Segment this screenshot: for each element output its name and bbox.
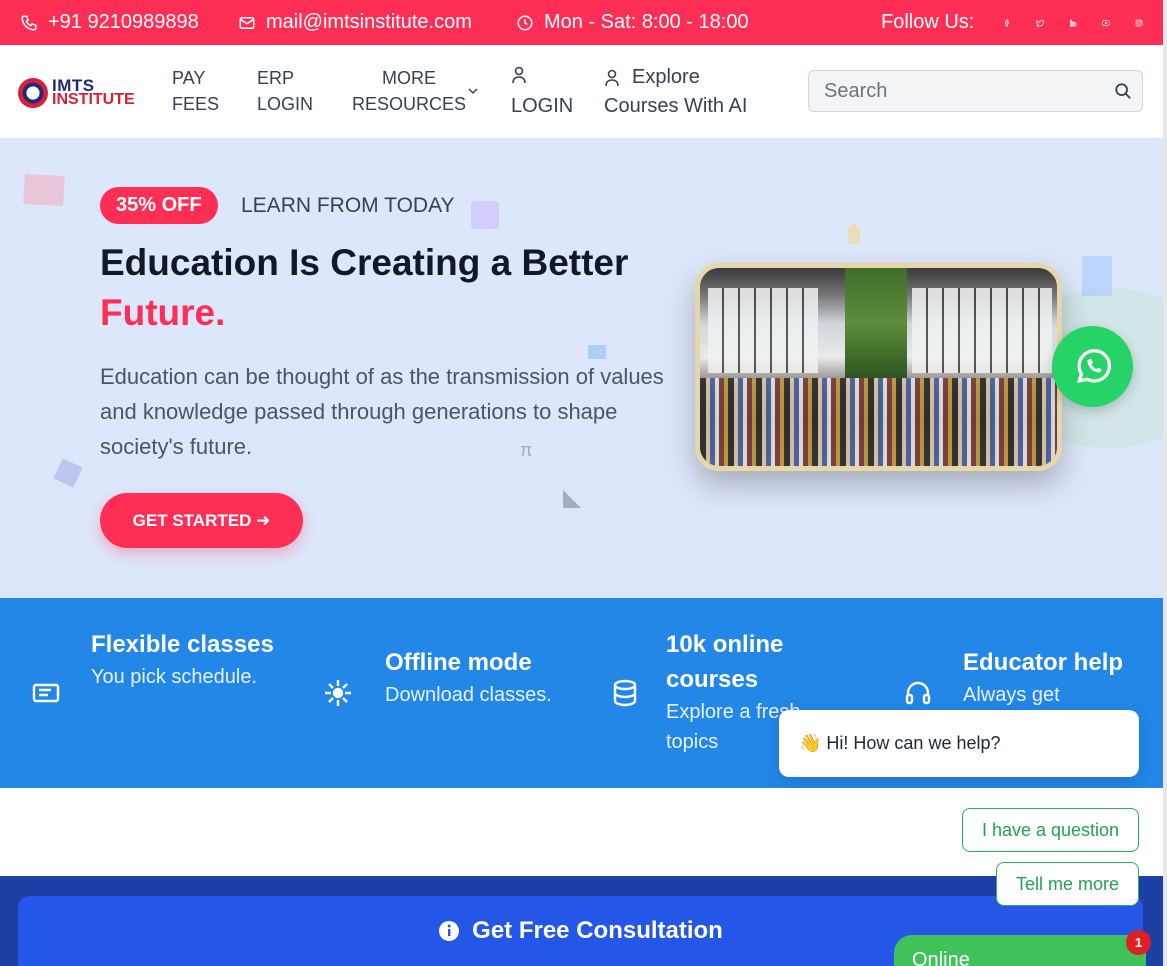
opening-hours: Mon - Sat: 8:00 - 18:00 [516, 0, 749, 45]
nav-pay-fees[interactable]: PAY FEES [172, 65, 219, 117]
nav-login-label: LOGIN [511, 95, 574, 117]
logo-text-bottom: INSTITUTE [52, 91, 135, 108]
follow-us: Follow Us: [881, 0, 1153, 45]
database-icon [613, 679, 637, 707]
notification-badge: 1 [1126, 930, 1151, 955]
nav-erp-line2: LOGIN [257, 94, 314, 114]
decorative-shape [53, 458, 83, 488]
photo-green-wall [845, 268, 907, 378]
feature-desc: You pick schedule. [91, 666, 258, 688]
chat-greeting-bubble: 👋 Hi! How can we help? [779, 710, 1139, 777]
decorative-shape [1082, 256, 1112, 296]
youtube-icon[interactable] [1102, 14, 1120, 32]
feature-title: Flexible classes [91, 631, 274, 658]
nav-erp-login[interactable]: ERP LOGIN [257, 65, 313, 117]
monitor-icon [588, 345, 606, 359]
search-icon[interactable] [1114, 82, 1132, 100]
phone-icon [21, 15, 37, 31]
instagram-icon[interactable] [1135, 14, 1153, 32]
search-box [808, 70, 1143, 112]
whatsapp-button[interactable] [1052, 326, 1133, 407]
chevron-down-icon[interactable] [467, 85, 479, 97]
feature-title: Educator help [963, 649, 1124, 676]
chat-option-tell-more[interactable]: Tell me more [996, 862, 1139, 906]
nav-pay-fees-line1: PAY [172, 68, 206, 88]
chat-online-tab[interactable]: Online [894, 935, 1146, 966]
feature-item: Educator help Always get [963, 645, 1163, 710]
user-icon [605, 69, 619, 86]
feature-item: Offline mode Download classes. [385, 645, 585, 710]
facebook-icon[interactable] [1003, 14, 1021, 32]
atom-icon [471, 201, 499, 229]
feature-title: 10k online courses [666, 631, 784, 693]
headset-icon [905, 681, 931, 705]
sparkle-icon [325, 680, 351, 706]
scrollbar[interactable] [1163, 0, 1167, 966]
feature-title: Offline mode [385, 649, 532, 676]
discount-badge: 35% OFF [100, 187, 218, 224]
feature-desc: Always get [963, 684, 1060, 706]
email-link[interactable]: mail@imtsinstitute.com [238, 0, 472, 45]
hero-title: Education Is Creating a Better [100, 242, 629, 283]
nav-erp-line1: ERP [257, 68, 295, 88]
nav-more-resources[interactable]: MORE RESOURCES [352, 65, 466, 117]
hero-description: Education can be thought of as the trans… [100, 364, 664, 459]
info-icon [439, 921, 460, 941]
hero-tagline: LEARN FROM TODAY [241, 194, 455, 217]
site-logo[interactable]: IMTS INSTITUTE [18, 77, 144, 109]
nav-explore-ai[interactable]: Explore Courses With AI [604, 63, 747, 121]
consultation-label: Get Free Consultation [472, 917, 723, 944]
nav-more-line2: RESOURCES [352, 94, 467, 114]
whatsapp-icon [1076, 348, 1111, 383]
follow-label: Follow Us: [881, 11, 975, 33]
group-photo [695, 263, 1062, 471]
photo-window [708, 288, 818, 373]
ruler-icon [563, 490, 581, 508]
photo-crowd [700, 378, 1057, 466]
feature-desc: Download classes. [385, 684, 552, 706]
top-contact-bar: +91 9210989898 mail@imtsinstitute.com Mo… [0, 0, 1163, 45]
nav-more-line1: MORE [382, 68, 437, 88]
photo-window [912, 288, 1052, 373]
logo-seal-icon [18, 78, 48, 108]
email-address: mail@imtsinstitute.com [266, 11, 472, 33]
twitter-icon[interactable] [1036, 14, 1054, 32]
tablet-icon [32, 683, 60, 703]
nav-explore-line1: Explore [632, 66, 700, 88]
hours-text: Mon - Sat: 8:00 - 18:00 [544, 11, 749, 33]
main-header: IMTS INSTITUTE PAY FEES ERP LOGIN MORE R… [0, 45, 1163, 138]
search-input[interactable] [809, 71, 1089, 111]
chat-option-question[interactable]: I have a question [962, 808, 1139, 852]
nav-pay-fees-line2: FEES [172, 94, 220, 114]
mail-icon [239, 16, 255, 29]
hero-title-highlight: Future. [100, 292, 226, 333]
decorative-shape [23, 173, 65, 207]
nav-explore-line2: Courses With AI [604, 95, 748, 117]
linkedin-icon[interactable] [1069, 14, 1087, 32]
user-icon [512, 66, 526, 84]
phone-number: +91 9210989898 [48, 11, 199, 33]
get-started-button[interactable]: GET STARTED ➜ [100, 493, 303, 548]
nav-login[interactable]: LOGIN [511, 65, 573, 119]
clock-icon [517, 15, 533, 30]
lightbulb-icon [848, 224, 860, 244]
hero-section: π 35% OFF LEARN FROM TODAY Education Is … [0, 138, 1163, 598]
feature-item: Flexible classes You pick schedule. [91, 627, 291, 692]
phone-link[interactable]: +91 9210989898 [20, 0, 199, 45]
